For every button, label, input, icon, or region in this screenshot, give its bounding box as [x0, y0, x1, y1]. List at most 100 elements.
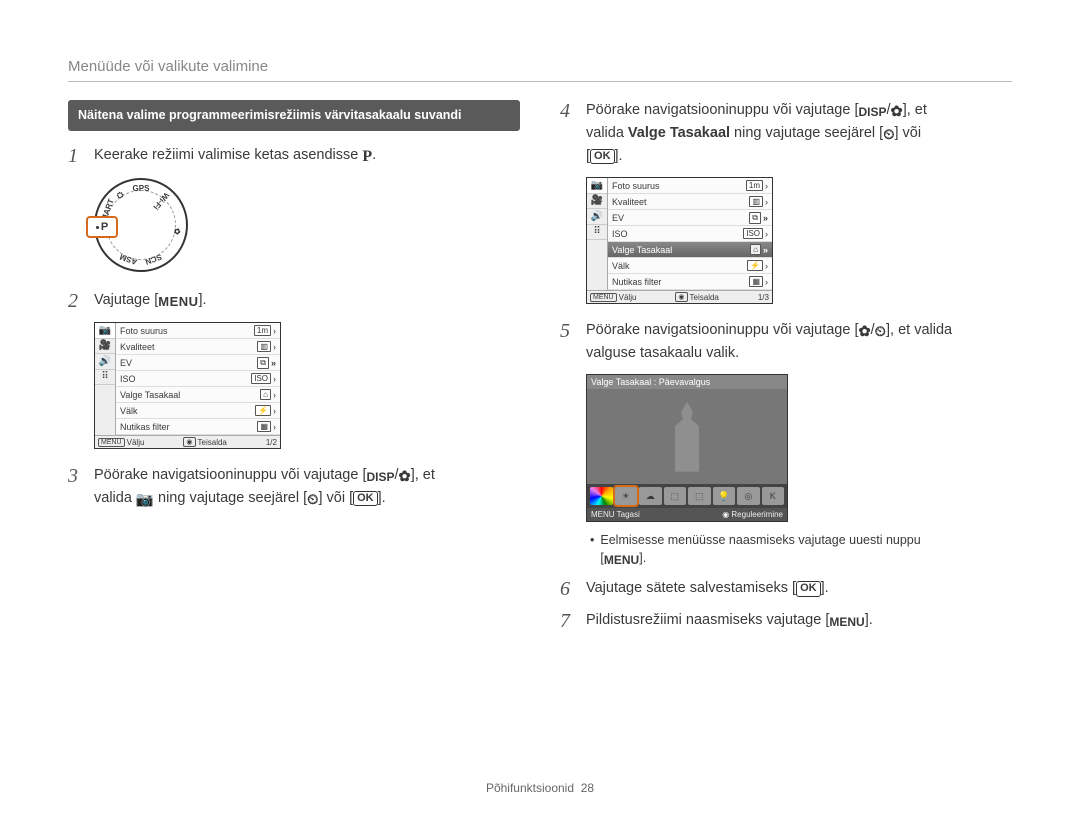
header-rule — [68, 81, 1012, 82]
menu-row-label: Nutikas filter — [612, 277, 662, 287]
left-column: Näitena valime programmeerimisrežiimis v… — [68, 100, 520, 642]
step-number: 4 — [560, 100, 586, 122]
footer-move: Teisalda — [690, 293, 719, 302]
macro-icon: ✿ — [858, 322, 870, 343]
tab-sound: 🔊 — [95, 354, 115, 370]
menu-row-label: Valge Tasakaal — [120, 390, 180, 400]
menu-row-label: ISO — [120, 374, 136, 384]
p-mode-icon: P — [362, 145, 372, 168]
step-text: Vajutage [ — [94, 292, 158, 308]
tab-other: ⠿ — [95, 370, 115, 386]
wb-option-tungsten: 💡 — [713, 487, 736, 505]
bullet-icon: • — [590, 532, 594, 568]
footer-adjust: Reguleerimine — [731, 510, 783, 519]
menu-row-value-icon: 1m — [746, 180, 763, 191]
macro-icon: ✿ — [399, 467, 411, 488]
menu-row-label: Foto suurus — [120, 326, 168, 336]
wb-option-fluor-h: ⬚ — [664, 487, 687, 505]
dial-selected-p: P — [86, 216, 118, 238]
wb-option-auto — [590, 487, 613, 505]
nav-button-icon: ◉ — [722, 510, 729, 519]
menu-button-icon: MENU — [590, 293, 617, 302]
menu-row-label: Välk — [120, 406, 138, 416]
camera-menu-2: 📷 🎥 🔊 ⠿ Foto suurus1m›Kvaliteet▥›EV⧉»ISO… — [586, 177, 773, 304]
menu-row-value-icon: ISO — [251, 373, 271, 384]
footer-exit: Välju — [127, 438, 145, 447]
footer-back: Tagasi — [617, 510, 640, 519]
menu-row-value-icon: ⌂ — [260, 389, 271, 400]
menu-row: Foto suurus1m› — [116, 323, 280, 339]
chevron-right-icon: › — [765, 197, 768, 207]
menu-row-value-icon: ISO — [743, 228, 763, 239]
menu-row-label: EV — [120, 358, 132, 368]
tab-video: 🎥 — [587, 194, 607, 210]
menu-button-icon: MENU — [591, 510, 615, 519]
menu-row-label: Valge Tasakaal — [612, 245, 672, 255]
menu-row-value-icon: ▦ — [749, 276, 763, 287]
wb-option-custom: ◎ — [737, 487, 760, 505]
nav-button-icon: ◉ — [675, 292, 687, 302]
wb-option-daylight: ☀ — [615, 487, 638, 505]
menu-row: EV ⧉» — [116, 355, 280, 371]
white-balance-label: Valge Tasakaal — [628, 125, 730, 141]
ok-icon: OK — [353, 491, 378, 506]
step-text-after: ]. — [199, 292, 207, 308]
disp-icon: DISP — [366, 469, 394, 486]
footer-move: Teisalda — [198, 438, 227, 447]
step-text: Keerake režiimi valimise ketas asendisse — [94, 147, 362, 163]
chevron-right-icon: › — [765, 181, 768, 191]
wb-option-k: K — [762, 487, 785, 505]
preview-title: Valge Tasakaal : Päevavalgus — [587, 375, 787, 389]
menu-row: Valge Tasakaal ⌂› — [116, 387, 280, 403]
page-indicator: 1/3 — [758, 293, 769, 302]
ok-icon: OK — [796, 581, 821, 596]
menu-row: Nutikas filter▦› — [116, 419, 280, 435]
menu-icon: MENU — [604, 552, 639, 569]
step-number: 6 — [560, 578, 586, 600]
step-4: 4 Pöörake navigatsiooninuppu või vajutag… — [560, 100, 1012, 167]
page-footer: Põhifunktsioonid 28 — [0, 781, 1080, 795]
step-number: 1 — [68, 145, 94, 167]
right-column: 4 Pöörake navigatsiooninuppu või vajutag… — [560, 100, 1012, 642]
ok-icon: OK — [590, 149, 615, 164]
timer-icon: ⏲ — [307, 490, 318, 511]
wb-option-fluor-l: ⬚ — [688, 487, 711, 505]
tab-photo: 📷 — [95, 323, 115, 339]
chevron-right-icon: › — [273, 374, 276, 384]
step-number: 5 — [560, 320, 586, 342]
menu-row-label: Välk — [612, 261, 630, 271]
menu-row: Foto suurus1m› — [608, 178, 772, 194]
chevron-right-icon: » — [271, 358, 276, 368]
menu-row-value-icon: ⚡ — [747, 260, 763, 271]
wb-preview: Valge Tasakaal : Päevavalgus ☀ ☁ ⬚ ⬚ 💡 ◎… — [586, 374, 788, 522]
menu-row-value-icon: ▥ — [749, 196, 763, 207]
chevron-right-icon: » — [763, 213, 768, 223]
menu-row-value-icon: ⧉ — [257, 357, 269, 369]
chevron-right-icon: › — [765, 261, 768, 271]
page-indicator: 1/2 — [266, 438, 277, 447]
chevron-right-icon: › — [273, 390, 276, 400]
step-number: 7 — [560, 610, 586, 632]
menu-tabs: 📷 🎥 🔊 ⠿ — [587, 178, 608, 290]
menu-row-value-icon: ▥ — [257, 341, 271, 352]
timer-icon: ⏲ — [875, 322, 886, 343]
wb-option-cloudy: ☁ — [639, 487, 662, 505]
menu-row: Nutikas filter ▦› — [608, 274, 772, 290]
chevron-right-icon: » — [763, 245, 768, 255]
menu-row-label: Kvaliteet — [612, 197, 647, 207]
menu-row: Kvaliteet ▥› — [608, 194, 772, 210]
menu-button-icon: MENU — [98, 438, 125, 447]
step-3: 3 Pöörake navigatsiooninuppu või vajutag… — [68, 465, 520, 511]
menu-row: ISOISO› — [116, 371, 280, 387]
footer-exit: Välju — [619, 293, 637, 302]
menu-row-value-icon: ▦ — [257, 421, 271, 432]
menu-icon: MENU — [829, 614, 864, 631]
nav-button-icon: ◉ — [183, 437, 195, 447]
step-6: 6 Vajutage sätete salvestamiseks [OK]. — [560, 578, 1012, 600]
step-number: 2 — [68, 290, 94, 312]
step-7: 7 Pildistusrežiimi naasmiseks vajutage [… — [560, 610, 1012, 632]
menu-row-value-icon: ⌂ — [750, 244, 761, 255]
menu-row: ISOISO› — [608, 226, 772, 242]
chevron-right-icon: › — [765, 277, 768, 287]
step-5: 5 Pöörake navigatsiooninuppu või vajutag… — [560, 320, 1012, 364]
